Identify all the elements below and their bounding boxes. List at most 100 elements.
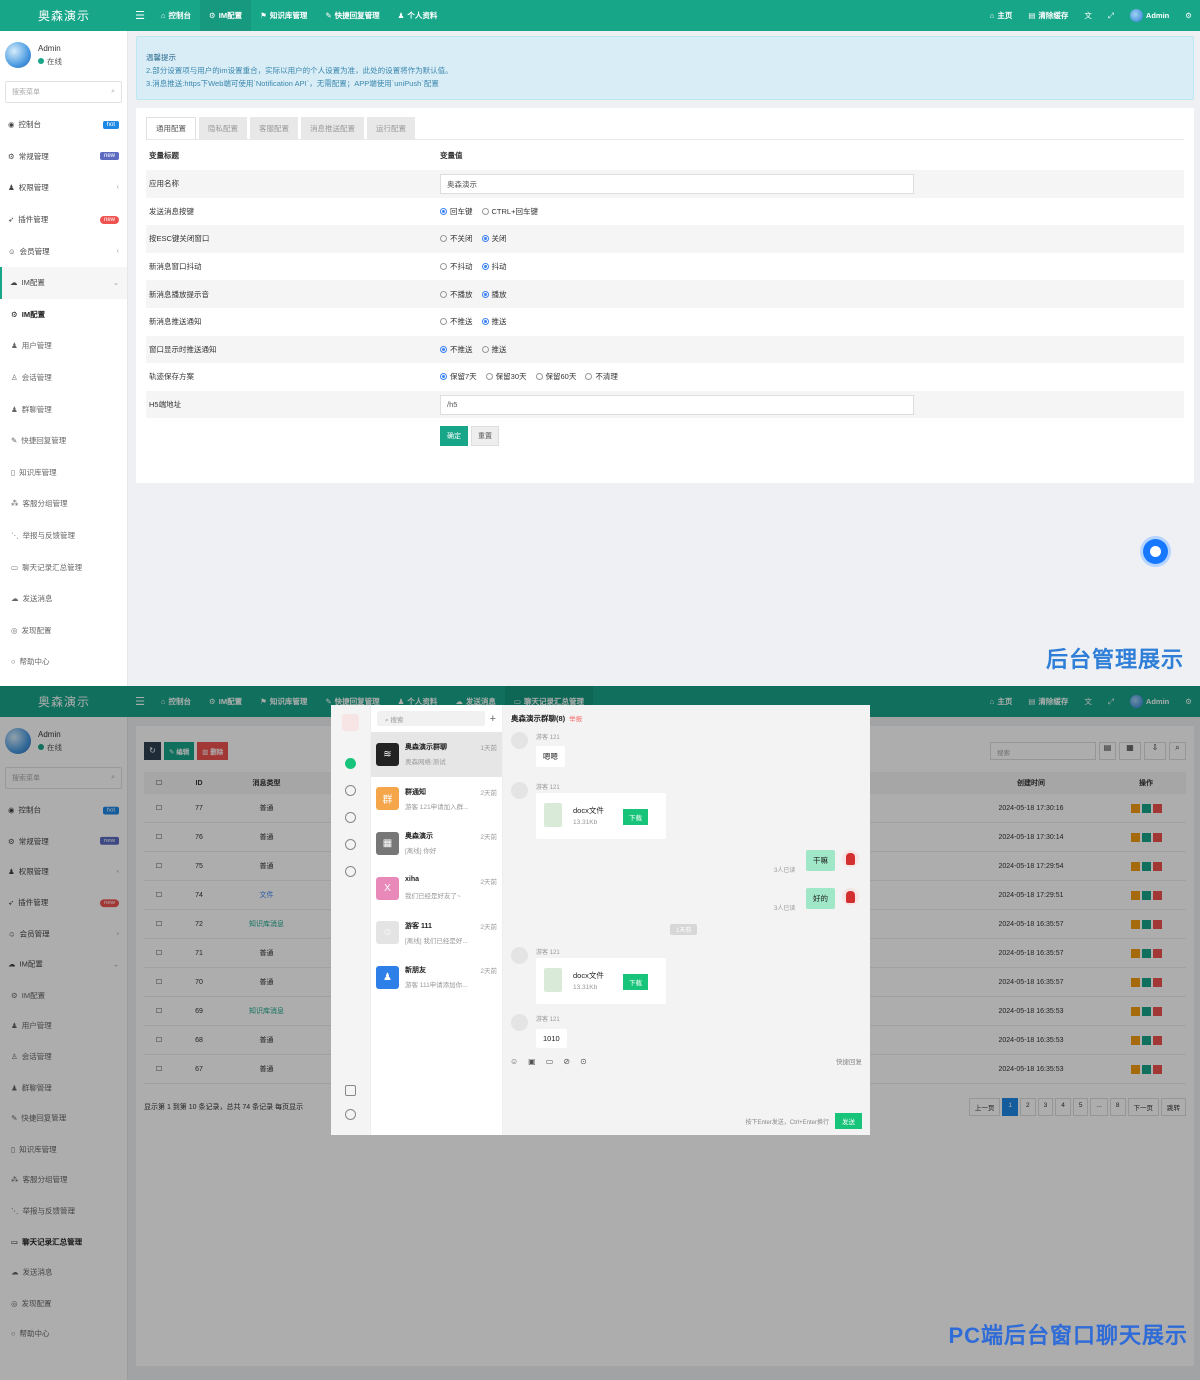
radio-option[interactable]: 不关闭 [440,233,473,244]
book-icon: ▯ [11,467,16,477]
avatar[interactable] [342,714,359,731]
radio-option[interactable]: 保留30天 [485,371,527,382]
chat-demo-section: 奥森演示 ☰ ⌂ 控制台 ⚙ IM配置 ⚑ 知识库管理 ✎ 快捷回复管理 ♟ 个… [0,686,1200,1380]
top-nav-kb[interactable]: ⚑ 知识库管理 [251,0,316,31]
tab-cs[interactable]: 客服配置 [250,117,298,139]
message-bubble-me: 干嘛 [806,850,835,871]
emoji-icon[interactable]: ☺ [510,1057,518,1066]
radio-option[interactable]: 推送 [481,316,507,327]
conversation-item[interactable]: ☺ 游客 111 2天前 [离线] 我们已经是好... [371,910,502,955]
sidebar-item-im-config[interactable]: ⚙ IM配置 [0,299,127,331]
settings-icon[interactable] [345,1109,356,1120]
online-dot-icon [38,58,44,64]
menu-search-input[interactable]: 搜索菜单 ⌕ [5,81,122,103]
sidebar-item-dashboard[interactable]: ◉ 控制台 hot [0,109,127,141]
radio-option[interactable]: 播放 [481,289,507,300]
lang-icon[interactable]: 文 [1076,10,1100,21]
sidebar-item-help[interactable]: ○ 帮助中心 [0,646,127,678]
compass-icon: ◎ [11,625,18,635]
menu-toggle-icon[interactable]: ☰ [128,9,152,22]
ok-button[interactable]: 确定 [440,426,468,447]
conversation-item[interactable]: 群群通知 2天前 游客 121申请加入群... [371,777,502,822]
help-icon[interactable] [345,866,356,877]
brand-logo[interactable]: 奥森演示 [0,7,128,24]
sidebar-item-discover[interactable]: ◎ 发现配置 [0,615,127,647]
clear-cache-button[interactable]: ▤ 清除缓存 [1020,10,1076,21]
radio-option[interactable]: 回车键 [440,206,473,217]
download-button[interactable]: 下载 [623,974,648,990]
reset-button[interactable]: 重置 [471,426,499,447]
radio-option[interactable]: 保留7天 [440,371,477,382]
image-icon[interactable]: ▣ [528,1057,536,1066]
pencil-icon: ✎ [11,436,18,446]
cube-icon[interactable] [345,812,356,823]
conversation-item[interactable]: ≋ 奥森演示群聊 1天前 奥森网络:测试 [371,732,502,777]
conversation-item[interactable]: Xxiha 2天前 我们已经是好友了~ [371,866,502,911]
read-receipt: 3人已读 [774,868,796,874]
radio-option[interactable]: 不推送 [440,344,473,355]
config-input[interactable]: 奥森演示 [440,173,914,194]
link-icon[interactable]: ⊘ [563,1057,570,1066]
sidebar-item-quick-reply[interactable]: ✎ 快捷回复管理 [0,425,127,457]
sidebar-item-kb[interactable]: ▯ 知识库管理 [0,457,127,489]
calendar-icon[interactable] [345,1085,356,1096]
top-nav-im[interactable]: ⚙ IM配置 [200,0,252,31]
conversation-item[interactable]: ▦ 奥森演示 2天前 [离线] 你好 [371,821,502,866]
sidebar-item-im[interactable]: ☁ IM配置 ⌄ [0,266,127,299]
radio-icon [585,373,593,381]
conversation-search-input[interactable]: ⌕ 搜索 [377,711,485,726]
sidebar-item-general[interactable]: ⚙ 常规管理 new [0,141,127,173]
chat-icon[interactable] [345,758,356,769]
radio-option[interactable]: 不播放 [440,289,473,300]
radio-option[interactable]: 不清理 [585,371,618,382]
radio-option[interactable]: 推送 [481,344,507,355]
sidebar-item-send[interactable]: ☁ 发送消息 [0,583,127,615]
avatar [842,850,859,867]
config-key: 轨迹保存方案 [149,372,194,382]
location-icon[interactable]: ⊙ [580,1057,587,1066]
tab-general[interactable]: 通用配置 [146,117,196,139]
radio-option[interactable]: CTRL+回车键 [481,206,538,217]
tab-runtime[interactable]: 运行配置 [367,117,415,139]
quick-reply-button[interactable]: 快捷回复 [836,1056,862,1066]
conversation-item[interactable]: ♟ 新朋友 2天前 游客 111申请添加你... [371,955,502,1000]
radio-option[interactable]: 不推送 [440,316,473,327]
tab-privacy[interactable]: 隐私配置 [199,117,247,139]
radio-option[interactable]: 抖动 [481,261,507,272]
radio-option[interactable]: 关闭 [481,233,507,244]
conversation-body: 奥森演示 2天前 [离线] 你好 [405,831,497,855]
top-nav-quick[interactable]: ✎ 快捷回复管理 [316,0,388,31]
fullscreen-icon[interactable]: ⤢ [1100,11,1122,21]
tab-push[interactable]: 消息推送配置 [301,117,364,139]
home-link[interactable]: ⌂ 主页 [982,10,1021,21]
config-key: 新消息推送通知 [149,317,202,327]
radio-option[interactable]: 不抖动 [440,261,473,272]
sidebar-item-cs-groups[interactable]: ⁂ 客服分组管理 [0,488,127,520]
sidebar-item-plugins[interactable]: ➶ 插件管理 new [0,204,127,236]
top-nav-profile[interactable]: ♟ 个人资料 [389,0,447,31]
floating-chat-icon[interactable] [1143,539,1168,564]
sidebar-item-users[interactable]: ♟ 用户管理 [0,330,127,362]
radio-option[interactable]: 保留60天 [535,371,576,382]
folder-icon[interactable]: ▭ [546,1057,554,1066]
contacts-icon[interactable] [345,785,356,796]
sidebar-item-sessions[interactable]: ♙ 会话管理 [0,362,127,394]
report-link[interactable]: 举报 [569,713,582,723]
settings-icon[interactable]: ⚙ [1177,11,1200,20]
sidebar-item-groups[interactable]: ♟ 群聊管理 [0,393,127,425]
radio-icon [440,290,447,298]
tips-line: 3.消息推送:https下Web端可使用`Notification API`，无… [146,79,439,88]
config-row: 窗口显示时推送通知 不推送 推送 [146,335,1184,364]
top-nav-dashboard[interactable]: ⌂ 控制台 [152,0,200,31]
sidebar-item-reports[interactable]: ⋱ 举报与反馈管理 [0,520,127,552]
download-button[interactable]: 下载 [623,809,648,825]
sidebar-item-members[interactable]: ☺ 会员管理 ‹ [0,235,127,267]
sidebar-item-auth[interactable]: ♟ 权限管理 ‹ [0,172,127,204]
add-icon[interactable]: + [490,713,496,725]
config-input[interactable]: /h5 [440,394,914,415]
user-menu[interactable]: Admin [1122,9,1177,22]
send-button[interactable]: 发送 [835,1113,862,1129]
sidebar-item-chat-logs[interactable]: ▭ 聊天记录汇总管理 [0,551,127,583]
compass-icon[interactable] [345,839,356,850]
chat-main: 奥森演示群聊(8) 举报 游客 121 嗯嗯 游客 121 docx文件 13.… [503,705,870,1135]
